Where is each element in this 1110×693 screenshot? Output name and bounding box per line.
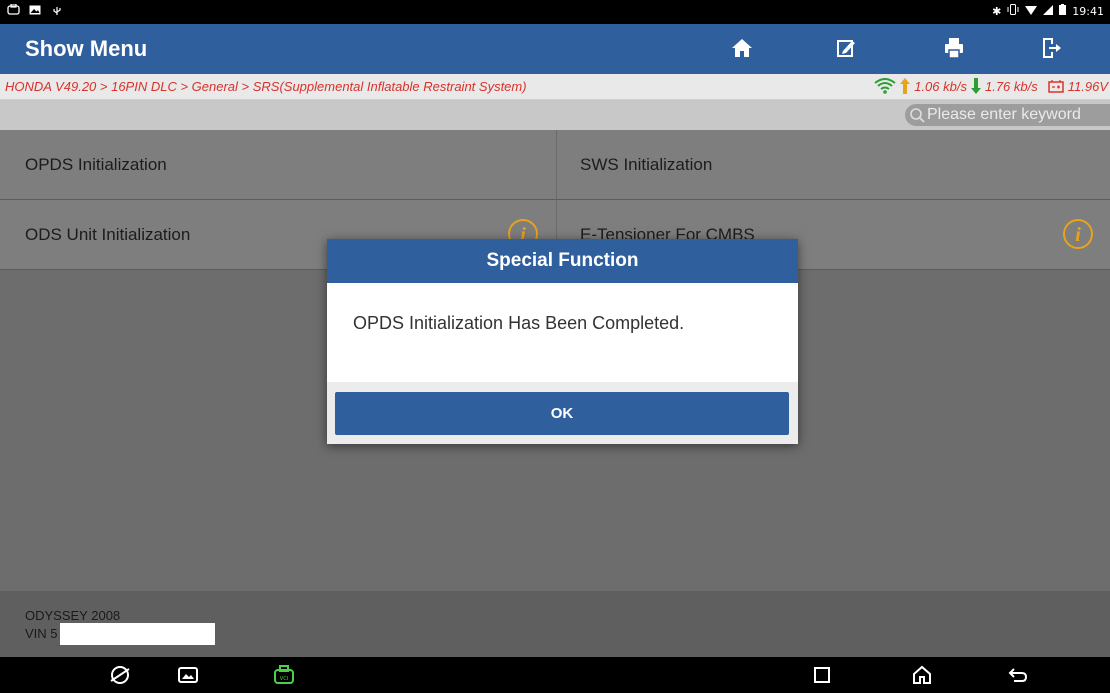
network-status: 1.06 kb/s 1.76 kb/s 11.96V — [874, 78, 1108, 94]
vehicle-vin: VIN 5 — [25, 626, 58, 641]
back-icon[interactable] — [1006, 663, 1030, 687]
upload-arrow-icon — [900, 78, 911, 94]
app-header: Show Menu — [0, 24, 1110, 74]
dialog-button-area: OK — [327, 382, 798, 444]
vin-redaction — [60, 623, 215, 645]
wifi-icon — [874, 78, 896, 94]
menu-item-sws-initialization[interactable]: SWS Initialization — [556, 130, 1110, 200]
home-button[interactable] — [692, 28, 792, 68]
wifi-icon — [1025, 5, 1038, 18]
print-icon — [945, 38, 963, 59]
battery-voltage-icon — [1048, 80, 1064, 93]
search-placeholder: Please enter keyword — [927, 106, 1081, 123]
breadcrumb-bar: HONDA V49.20 > 16PIN DLC > General > SRS… — [0, 74, 1110, 100]
breadcrumb: HONDA V49.20 > 16PIN DLC > General > SRS… — [5, 79, 527, 94]
android-status-bar: ✱ 19:41 — [0, 0, 1110, 24]
ok-button[interactable]: OK — [335, 392, 789, 435]
menu-item-label: OPDS Initialization — [25, 154, 167, 174]
status-right-icons: ✱ 19:41 — [992, 4, 1104, 18]
download-arrow-icon — [970, 78, 981, 94]
download-rate: 1.76 kb/s — [984, 78, 1038, 94]
vci-icon — [6, 3, 20, 17]
usb-icon — [50, 3, 64, 17]
edit-button[interactable] — [796, 28, 896, 68]
menu-item-label: ODS Unit Initialization — [25, 224, 191, 244]
info-icon[interactable]: i — [1062, 218, 1094, 250]
recent-apps-icon[interactable] — [810, 663, 834, 687]
svg-text:i: i — [1075, 224, 1081, 246]
dialog-title: Special Function — [327, 239, 798, 283]
bluetooth-icon: ✱ — [992, 4, 1002, 18]
voltage: 11.96V — [1067, 78, 1108, 94]
upload-rate: 1.06 kb/s — [914, 78, 967, 94]
menu-item-label: SWS Initialization — [580, 154, 713, 174]
page-title: Show Menu — [25, 36, 148, 61]
search-icon — [910, 108, 925, 123]
android-nav-bar: VCI — [0, 657, 1110, 693]
status-left-icons — [6, 3, 64, 17]
vibrate-icon — [1007, 4, 1019, 18]
special-function-dialog: Special Function OPDS Initialization Has… — [327, 239, 798, 444]
menu-item-opds-initialization[interactable]: OPDS Initialization — [0, 130, 556, 200]
search-row: Please enter keyword — [0, 100, 1110, 130]
home-nav-icon[interactable] — [910, 663, 934, 687]
battery-icon — [1059, 4, 1067, 18]
exit-icon — [1043, 38, 1061, 58]
vci-icon[interactable]: VCI — [272, 663, 296, 687]
svg-text:VCI: VCI — [280, 676, 288, 682]
edit-icon — [837, 40, 855, 57]
image-icon — [28, 3, 42, 17]
dialog-message: OPDS Initialization Has Been Completed. — [353, 313, 685, 333]
browser-icon[interactable] — [108, 663, 132, 687]
exit-button[interactable] — [1000, 28, 1100, 68]
vehicle-info-footer: ODYSSEY 2008 VIN 5 — [0, 591, 1110, 657]
home-icon — [732, 39, 752, 57]
vehicle-model: ODYSSEY 2008 — [25, 608, 121, 623]
signal-icon — [1043, 4, 1054, 18]
clock: 19:41 — [1072, 4, 1104, 18]
print-button[interactable] — [904, 28, 1004, 68]
search-input[interactable]: Please enter keyword — [905, 104, 1110, 126]
gallery-icon[interactable] — [176, 663, 200, 687]
